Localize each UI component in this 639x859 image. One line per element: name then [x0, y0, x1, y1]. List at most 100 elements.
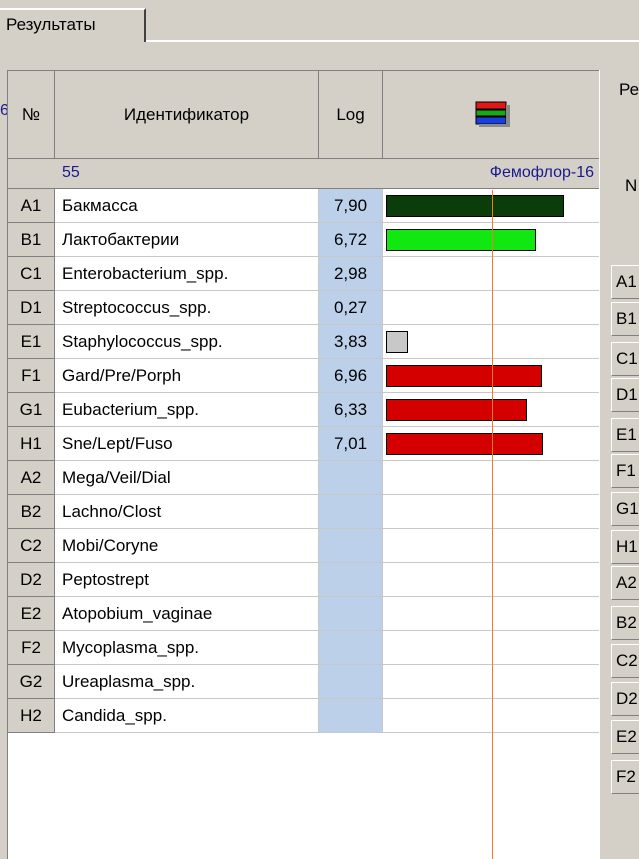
row-id: F2 — [8, 631, 55, 665]
right-panel-cell: B1 — [611, 302, 639, 336]
right-panel-cell: A1 — [611, 265, 639, 299]
column-header-log[interactable]: Log — [319, 71, 383, 159]
row-id: B2 — [8, 495, 55, 529]
row-identifier: Candida_spp. — [55, 699, 319, 733]
row-level-bar — [386, 399, 527, 421]
row-id: H2 — [8, 699, 55, 733]
row-identifier: Streptococcus_spp. — [55, 291, 319, 325]
table-row[interactable]: C1 Enterobacterium_spp. 2,98 — [8, 257, 600, 291]
row-identifier: Staphylococcus_spp. — [55, 325, 319, 359]
row-id: A1 — [8, 189, 55, 223]
right-panel-cell: A2 — [611, 566, 639, 600]
table-row[interactable]: F1 Gard/Pre/Porph 6,96 — [8, 359, 600, 393]
row-log-value: 7,90 — [319, 189, 383, 223]
reference-line — [492, 190, 493, 859]
right-panel-title: Ре — [619, 80, 639, 99]
right-panel-cell: C1 — [611, 342, 639, 376]
row-log-value: 3,83 — [319, 325, 383, 359]
right-panel: Ре N A1 B1 C1 D1 E1 F1 G1 H1 A2 B2 C2 D2 E2 F2 — [599, 70, 639, 858]
row-log-value: 6,33 — [319, 393, 383, 427]
table-row[interactable]: E2 Atopobium_vaginae — [8, 597, 600, 631]
table-row[interactable]: C2 Mobi/Coryne — [8, 529, 600, 563]
row-identifier: Бакмасса — [55, 189, 319, 223]
table-row[interactable]: D2 Peptostrept — [8, 563, 600, 597]
table-row[interactable]: A1 Бакмасса 7,90 — [8, 189, 600, 223]
row-level-bar — [386, 229, 536, 251]
chart-icon — [475, 101, 510, 127]
right-panel-header: N — [625, 176, 638, 195]
sample-number: 55 — [62, 164, 80, 181]
right-panel-cell: B2 — [611, 606, 639, 640]
column-header-log-label: Log — [336, 104, 365, 124]
table-row[interactable]: H1 Sne/Lept/Fuso 7,01 — [8, 427, 600, 461]
row-log-value: 2,98 — [319, 257, 383, 291]
row-id: E1 — [8, 325, 55, 359]
right-panel-cell: D2 — [611, 682, 639, 716]
row-identifier: Mobi/Coryne — [55, 529, 319, 563]
table-row[interactable]: A2 Mega/Veil/Dial — [8, 461, 600, 495]
column-header-chart[interactable] — [383, 71, 600, 159]
row-log-value: 7,01 — [319, 427, 383, 461]
column-header-number-label: № — [21, 104, 41, 124]
row-identifier: Lachno/Clost — [55, 495, 319, 529]
row-log-value — [319, 631, 383, 665]
row-id: E2 — [8, 597, 55, 631]
table-row[interactable]: F2 Mycoplasma_spp. — [8, 631, 600, 665]
row-identifier: Peptostrept — [55, 563, 319, 597]
row-identifier: Sne/Lept/Fuso — [55, 427, 319, 461]
row-identifier: Mycoplasma_spp. — [55, 631, 319, 665]
right-panel-cell: H1 — [611, 530, 639, 564]
left-panel-edge: 6 — [0, 52, 9, 858]
right-panel-cell: F2 — [611, 760, 639, 794]
table-row[interactable]: B2 Lachno/Clost — [8, 495, 600, 529]
row-identifier: Лактобактерии — [55, 223, 319, 257]
results-grid[interactable]: № Идентификатор Log 55 Фемофлор-16 A1 Бак… — [7, 70, 600, 859]
row-id: G2 — [8, 665, 55, 699]
row-level-bar — [386, 365, 542, 387]
row-log-value — [319, 665, 383, 699]
row-identifier: Eubacterium_spp. — [55, 393, 319, 427]
row-log-value — [319, 529, 383, 563]
row-identifier: Atopobium_vaginae — [55, 597, 319, 631]
row-level-bar — [386, 195, 564, 217]
right-panel-cell: E2 — [611, 720, 639, 754]
right-panel-cell: D1 — [611, 378, 639, 412]
column-header-identifier[interactable]: Идентификатор — [55, 71, 319, 159]
row-id: G1 — [8, 393, 55, 427]
row-log-value — [319, 597, 383, 631]
row-identifier: Gard/Pre/Porph — [55, 359, 319, 393]
table-row[interactable]: E1 Staphylococcus_spp. 3,83 — [8, 325, 600, 359]
row-log-value: 0,27 — [319, 291, 383, 325]
tab-divider — [146, 40, 639, 42]
column-header-number[interactable]: № — [8, 71, 55, 159]
row-id: C2 — [8, 529, 55, 563]
row-id: D1 — [8, 291, 55, 325]
row-log-value — [319, 495, 383, 529]
table-row[interactable]: G2 Ureaplasma_spp. — [8, 665, 600, 699]
right-panel-cell: C2 — [611, 644, 639, 678]
row-id: D2 — [8, 563, 55, 597]
row-id: C1 — [8, 257, 55, 291]
row-log-value — [319, 563, 383, 597]
table-row[interactable]: G1 Eubacterium_spp. 6,33 — [8, 393, 600, 427]
tab-results[interactable]: Результаты — [0, 8, 146, 42]
right-panel-cell: F1 — [611, 454, 639, 488]
row-log-value: 6,72 — [319, 223, 383, 257]
row-id: B1 — [8, 223, 55, 257]
right-panel-cell: E1 — [611, 418, 639, 452]
row-log-value — [319, 461, 383, 495]
table-row[interactable]: H2 Candida_spp. — [8, 699, 600, 733]
row-level-bar — [386, 433, 543, 455]
table-row[interactable]: D1 Streptococcus_spp. 0,27 — [8, 291, 600, 325]
row-id: H1 — [8, 427, 55, 461]
sample-header-row: 55 Фемофлор-16 — [8, 159, 600, 189]
row-id: A2 — [8, 461, 55, 495]
table-row[interactable]: B1 Лактобактерии 6,72 — [8, 223, 600, 257]
column-header-identifier-label: Идентификатор — [123, 104, 250, 124]
row-identifier: Enterobacterium_spp. — [55, 257, 319, 291]
row-identifier: Ureaplasma_spp. — [55, 665, 319, 699]
kit-name: Фемофлор-16 — [489, 164, 594, 181]
tab-results-label: Результаты — [6, 15, 96, 34]
row-log-value — [319, 699, 383, 733]
row-log-value: 6,96 — [319, 359, 383, 393]
